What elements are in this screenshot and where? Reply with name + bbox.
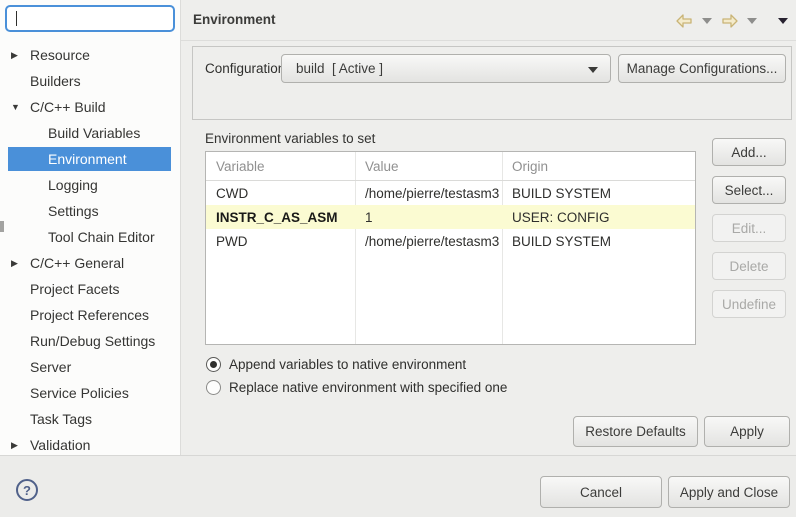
tree-item-service-policies[interactable]: Service Policies bbox=[0, 380, 180, 406]
forward-history-dropdown-icon[interactable] bbox=[747, 18, 757, 24]
combo-dropdown-icon bbox=[588, 67, 598, 73]
tree-item-logging[interactable]: Logging bbox=[0, 172, 180, 198]
back-history-dropdown-icon[interactable] bbox=[702, 18, 712, 24]
tree-item-environment[interactable]: Environment bbox=[0, 146, 180, 172]
chevron-down-icon[interactable]: ▼ bbox=[11, 94, 25, 120]
tree-item-server[interactable]: Server bbox=[0, 354, 180, 380]
tree-item-run-debug-settings[interactable]: Run/Debug Settings bbox=[0, 328, 180, 354]
radio-selected-icon[interactable] bbox=[206, 357, 221, 372]
navigation-toolbar bbox=[676, 0, 788, 41]
page-header: Environment bbox=[181, 0, 796, 41]
splitter-handle[interactable] bbox=[0, 221, 4, 232]
cancel-button[interactable]: Cancel bbox=[540, 476, 662, 508]
dialog-footer: ? Cancel Apply and Close bbox=[0, 455, 796, 517]
radio-replace-environment[interactable]: Replace native environment with specifie… bbox=[206, 380, 507, 395]
undefine-button: Undefine bbox=[712, 290, 786, 318]
tree-item-build-variables[interactable]: Build Variables bbox=[0, 120, 180, 146]
tree-item-cpp-build[interactable]: ▼ C/C++ Build bbox=[0, 94, 180, 120]
tree-item-cpp-general[interactable]: ▶ C/C++ General bbox=[0, 250, 180, 276]
page-title: Environment bbox=[193, 12, 276, 27]
manage-configurations-button[interactable]: Manage Configurations... bbox=[618, 54, 786, 83]
view-menu-icon[interactable] bbox=[778, 18, 788, 24]
sidebar: ▶ Resource Builders ▼ C/C++ Build Build … bbox=[0, 0, 181, 455]
tree-item-builders[interactable]: Builders bbox=[0, 68, 180, 94]
configuration-label: Configuration: bbox=[205, 61, 289, 76]
tree-item-resource[interactable]: ▶ Resource bbox=[0, 42, 180, 68]
add-button[interactable]: Add... bbox=[712, 138, 786, 166]
edit-button: Edit... bbox=[712, 214, 786, 242]
help-icon[interactable]: ? bbox=[16, 479, 38, 501]
table-row-pwd[interactable]: PWD /home/pierre/testasm3 BUILD SYSTEM bbox=[206, 229, 695, 253]
chevron-right-icon[interactable]: ▶ bbox=[11, 42, 25, 68]
env-table-caption: Environment variables to set bbox=[205, 131, 375, 146]
column-header-variable[interactable]: Variable bbox=[206, 159, 355, 174]
filter-box[interactable] bbox=[5, 5, 175, 32]
configuration-selected-value: build [ Active ] bbox=[282, 61, 383, 76]
chevron-right-icon[interactable]: ▶ bbox=[11, 250, 25, 276]
back-arrow-icon[interactable] bbox=[676, 14, 693, 28]
apply-button[interactable]: Apply bbox=[704, 416, 790, 447]
tree-item-tool-chain-editor[interactable]: Tool Chain Editor bbox=[0, 224, 180, 250]
tree-item-settings[interactable]: Settings bbox=[0, 198, 180, 224]
configuration-combobox[interactable]: build [ Active ] bbox=[281, 54, 611, 83]
delete-button: Delete bbox=[712, 252, 786, 280]
table-row-instr-c-as-asm[interactable]: INSTR_C_AS_ASM 1 USER: CONFIG bbox=[206, 205, 695, 229]
tree-item-project-facets[interactable]: Project Facets bbox=[0, 276, 180, 302]
filter-input[interactable] bbox=[7, 11, 195, 26]
forward-arrow-icon[interactable] bbox=[721, 14, 738, 28]
table-row-cwd[interactable]: CWD /home/pierre/testasm3 BUILD SYSTEM bbox=[206, 181, 695, 205]
restore-defaults-button[interactable]: Restore Defaults bbox=[573, 416, 698, 447]
table-header-row: Variable Value Origin bbox=[206, 152, 695, 181]
tree-item-project-references[interactable]: Project References bbox=[0, 302, 180, 328]
tree-item-task-tags[interactable]: Task Tags bbox=[0, 406, 180, 432]
apply-and-close-button[interactable]: Apply and Close bbox=[668, 476, 790, 508]
radio-unselected-icon[interactable] bbox=[206, 380, 221, 395]
preferences-dialog: ▶ Resource Builders ▼ C/C++ Build Build … bbox=[0, 0, 796, 517]
select-button[interactable]: Select... bbox=[712, 176, 786, 204]
column-header-value[interactable]: Value bbox=[355, 159, 502, 174]
env-variables-table[interactable]: Variable Value Origin CWD /home/pierre/t… bbox=[205, 151, 696, 345]
text-caret bbox=[16, 11, 17, 26]
column-header-origin[interactable]: Origin bbox=[502, 159, 695, 174]
configuration-group: Configuration: build [ Active ] Manage C… bbox=[192, 46, 792, 120]
preferences-tree: ▶ Resource Builders ▼ C/C++ Build Build … bbox=[0, 42, 180, 458]
radio-append-variables[interactable]: Append variables to native environment bbox=[206, 357, 466, 372]
